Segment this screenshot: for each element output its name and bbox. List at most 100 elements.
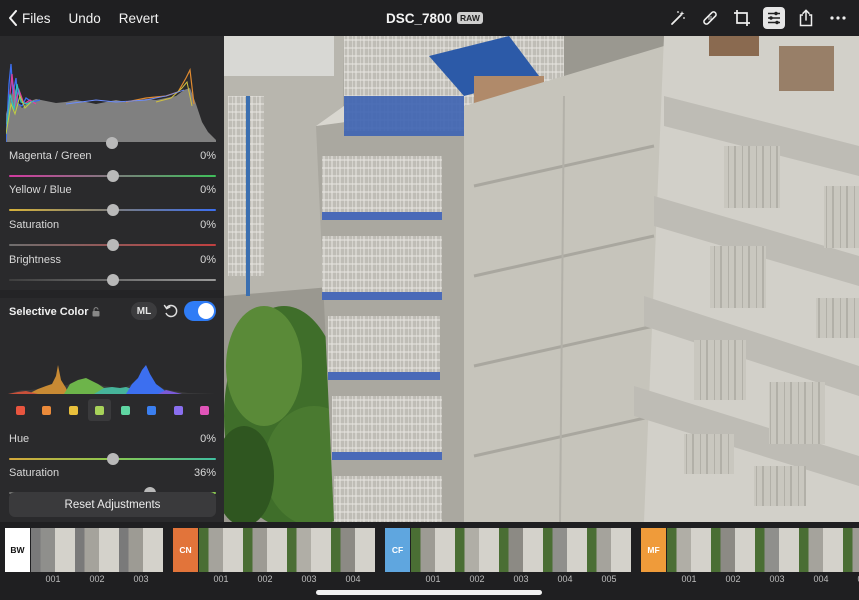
yellow-blue-slider[interactable]: Yellow / Blue 0% (9, 184, 216, 216)
preset-number: 002 (469, 574, 485, 584)
preset-thumbnail[interactable] (75, 528, 119, 572)
swatch-blue[interactable] (140, 399, 163, 421)
slider-thumb[interactable] (106, 170, 119, 182)
preset-number: 001 (681, 574, 697, 584)
slider-label: Magenta / Green (9, 150, 92, 162)
selective-color-toggle[interactable] (184, 301, 216, 321)
swatch-magenta[interactable] (193, 399, 216, 421)
slider-thumb[interactable] (106, 204, 119, 216)
slider-thumb[interactable] (106, 239, 119, 251)
preset-number: 005 (843, 574, 859, 584)
preset-group-cf[interactable]: CF (385, 528, 410, 572)
selective-color-title: Selective Color (9, 306, 89, 318)
chevron-left-icon (9, 10, 17, 26)
swatch-chip (147, 405, 157, 415)
rgb-histogram (6, 44, 216, 142)
swatch-chip (199, 405, 209, 415)
ml-button[interactable]: ML (131, 302, 157, 320)
swatch-chip (42, 405, 52, 415)
slider-value: 0% (200, 219, 216, 231)
top-toolbar: Files Undo Revert DSC_7800 RAW (0, 0, 859, 36)
preset-thumbnail[interactable] (499, 528, 543, 572)
preset-thumbnail[interactable] (119, 528, 163, 572)
slider-thumb[interactable] (106, 453, 119, 465)
swatch-yellow[interactable] (62, 399, 85, 421)
slider-track[interactable] (9, 239, 216, 251)
preset-group-bw[interactable]: BW (5, 528, 30, 572)
preset-thumbnail[interactable] (667, 528, 711, 572)
swatch-orange[interactable] (35, 399, 58, 421)
preset-thumbnail[interactable] (755, 528, 799, 572)
swatch-green[interactable] (87, 399, 111, 421)
swatch-chip (121, 405, 131, 415)
preset-thumbnail[interactable] (587, 528, 631, 572)
heal-icon[interactable] (699, 7, 721, 29)
crop-icon[interactable] (731, 7, 753, 29)
preset-number: 003 (133, 574, 149, 584)
revert-button[interactable]: Revert (119, 11, 159, 26)
slider-track[interactable] (9, 453, 216, 465)
swatch-chip (16, 405, 25, 415)
preset-number: 002 (257, 574, 273, 584)
slider-label: Saturation (9, 467, 60, 479)
preset-thumbnail[interactable] (411, 528, 455, 572)
lock-icon[interactable] (92, 307, 100, 317)
reset-adjustments-button[interactable]: Reset Adjustments (9, 492, 216, 517)
preset-thumbnail[interactable] (331, 528, 375, 572)
undo-button[interactable]: Undo (69, 11, 101, 26)
slider-value: 0% (200, 150, 216, 162)
magenta-green-slider[interactable]: Magenta / Green 0% (9, 150, 216, 182)
slider-value: 36% (193, 467, 216, 479)
back-label: Files (22, 10, 51, 26)
preset-number: 004 (345, 574, 361, 584)
preset-thumbnail[interactable] (199, 528, 243, 572)
reset-section-icon[interactable] (163, 303, 179, 319)
swatch-chip (94, 405, 104, 415)
back-to-files-button[interactable]: Files (8, 10, 51, 26)
swatch-aqua[interactable] (114, 399, 137, 421)
preset-thumbnail[interactable] (843, 528, 859, 572)
hue-slider[interactable]: Hue 0% (9, 433, 216, 465)
file-title: DSC_7800 RAW (386, 0, 483, 36)
preset-number: 004 (813, 574, 829, 584)
adjust-sliders-icon[interactable] (763, 7, 785, 29)
slider-track[interactable] (9, 170, 216, 182)
selective-saturation-slider[interactable]: Saturation 36% (9, 467, 216, 499)
preset-number: 003 (513, 574, 529, 584)
preset-group-cn[interactable]: CN (173, 528, 198, 572)
slider-track[interactable] (9, 274, 216, 286)
swatch-chip (68, 405, 78, 415)
preset-group-mf[interactable]: MF (641, 528, 666, 572)
saturation-slider[interactable]: Saturation 0% (9, 219, 216, 251)
slider-label: Saturation (9, 219, 60, 231)
preset-thumbnail[interactable] (31, 528, 75, 572)
preset-number: 002 (89, 574, 105, 584)
photo-canvas[interactable] (224, 36, 859, 522)
preset-thumbnail[interactable] (543, 528, 587, 572)
preset-number: 005 (601, 574, 617, 584)
share-icon[interactable] (795, 7, 817, 29)
preset-number: 003 (769, 574, 785, 584)
swatch-red[interactable] (9, 399, 32, 421)
selective-color-header: Selective Color (9, 306, 100, 318)
building-photo (224, 36, 859, 522)
section-divider (0, 290, 224, 298)
preset-thumbnail[interactable] (799, 528, 843, 572)
slider-label: Yellow / Blue (9, 184, 72, 196)
slider-value: 0% (200, 254, 216, 266)
swatch-purple[interactable] (167, 399, 190, 421)
preset-number: 001 (425, 574, 441, 584)
preset-thumbnail[interactable] (243, 528, 287, 572)
auto-enhance-icon[interactable] (667, 7, 689, 29)
preset-thumbnail[interactable] (711, 528, 755, 572)
preset-number: 003 (301, 574, 317, 584)
more-icon[interactable] (827, 7, 849, 29)
brightness-slider[interactable]: Brightness 0% (9, 254, 216, 286)
slider-thumb[interactable] (106, 274, 119, 286)
slider-track[interactable] (9, 204, 216, 216)
hidden-slider-thumb[interactable] (106, 137, 118, 149)
preset-thumbnail[interactable] (455, 528, 499, 572)
slider-label: Brightness (9, 254, 61, 266)
preset-number: 004 (557, 574, 573, 584)
preset-thumbnail[interactable] (287, 528, 331, 572)
